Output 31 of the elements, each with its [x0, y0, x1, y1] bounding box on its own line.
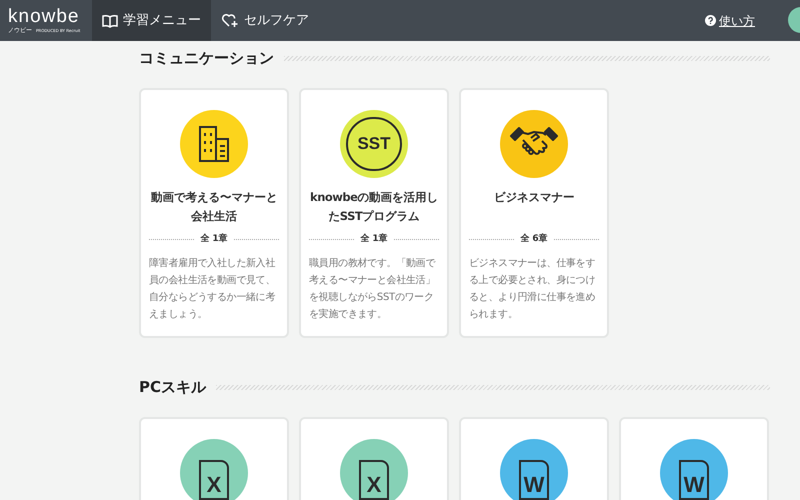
course-card[interactable]: X	[299, 417, 449, 500]
course-card[interactable]: SST knowbeの動画を活用したSSTプログラム 全 1章 職員用の教材です。「動画で考える〜マナーと会社生活」を視聴しながらSSTのワークを実施できます。	[299, 88, 449, 338]
course-description: 障害者雇用で入社した新入社員の会社生活を動画で見て、自分ならどうするか一緒に考えましょう。	[149, 256, 276, 322]
icon-label: X	[366, 474, 382, 496]
section-heading: コミュニケーション	[139, 48, 274, 69]
nav-tab[interactable]: セルフケア	[211, 0, 319, 41]
icon-label: W	[684, 474, 704, 496]
chapter-count: 全 1章	[360, 233, 388, 246]
course-title: ビジネスマナー	[492, 189, 576, 206]
book-icon	[102, 14, 118, 28]
building-icon	[199, 126, 229, 162]
course-card[interactable]: X	[139, 417, 289, 500]
icon-label: W	[524, 474, 544, 496]
course-card[interactable]: W	[619, 417, 769, 500]
course-title: 動画で考える〜マナーと会社生活	[150, 189, 278, 225]
course-description: ビジネスマナーは、仕事をする上で必要とされ、身につけると、より円滑に仕事を進められます。	[469, 256, 596, 322]
help-icon	[705, 15, 716, 26]
course-description: 職員用の教材です。「動画で考える〜マナーと会社生活」を視聴しながらSSTのワークを実施できます。	[309, 256, 436, 322]
course-card[interactable]: ビジネスマナー 全 6章 ビジネスマナーは、仕事をする上で必要とされ、身につけると、より円滑に仕事を進められます。	[459, 88, 609, 338]
chapter-count: 全 1章	[200, 233, 228, 246]
logo-text[interactable]: knowbe	[8, 6, 92, 26]
nav-tab[interactable]: 学習メニュー	[92, 0, 211, 41]
course-card[interactable]: W	[459, 417, 609, 500]
heart-plus-icon	[221, 13, 239, 28]
course-title: knowbeの動画を活用したSSTプログラム	[309, 189, 439, 225]
icon-label: X	[206, 474, 222, 496]
chapter-count: 全 6章	[520, 233, 548, 246]
icon-label: SST	[357, 133, 391, 156]
section-heading: PCスキル	[139, 376, 206, 398]
help-link[interactable]: 使い方	[719, 12, 755, 30]
course-card[interactable]: 動画で考える〜マナーと会社生活 全 1章 障害者雇用で入社した新入社員の会社生活を動画で見て、自分ならどうするか一緒に考えましょう。	[139, 88, 289, 338]
